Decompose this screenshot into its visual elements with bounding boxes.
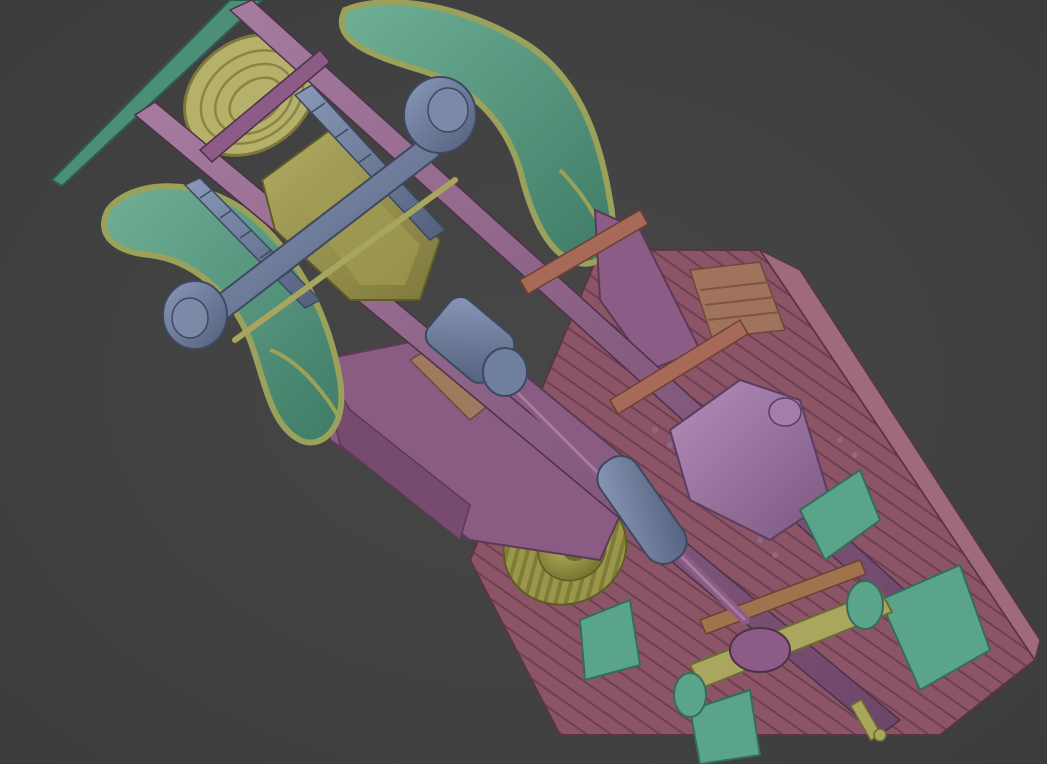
front-hub-right: [403, 76, 477, 154]
front-hub-left: [162, 280, 228, 350]
truck-underside-render: [50, 0, 1041, 764]
3d-viewport[interactable]: [0, 0, 1047, 764]
